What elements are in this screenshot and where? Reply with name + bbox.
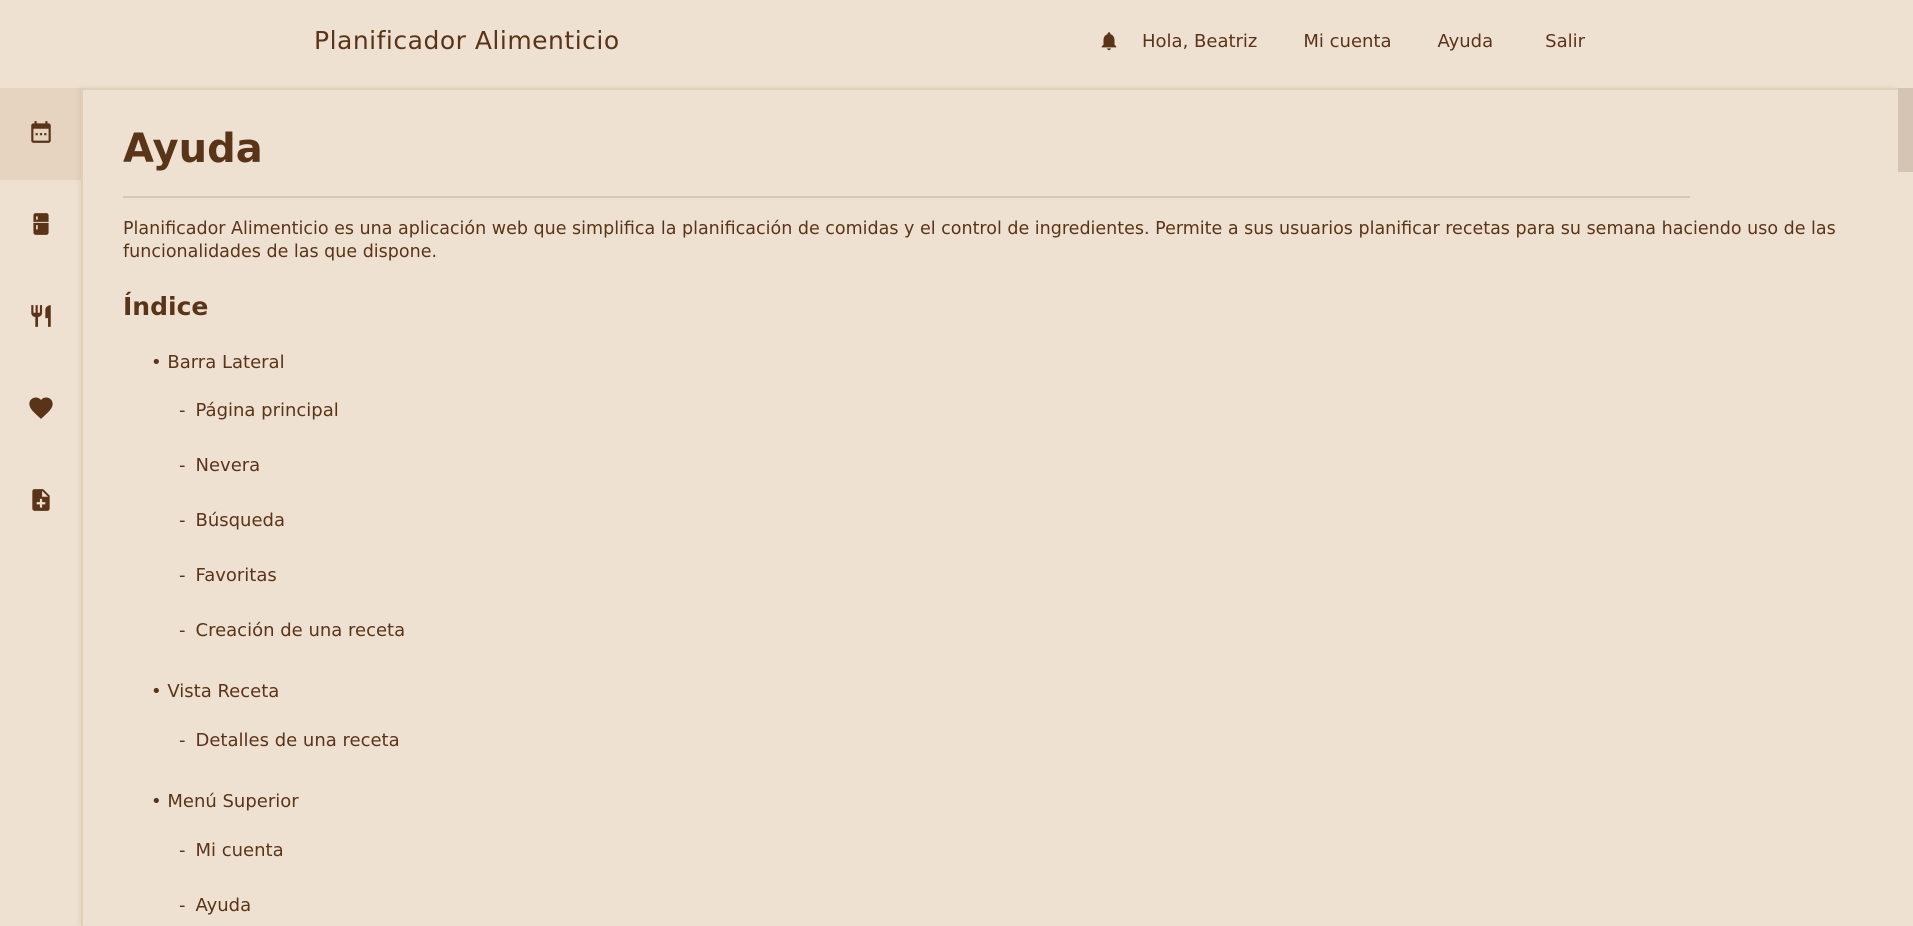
sidebar-item-favorites[interactable] [0,364,81,456]
toc-section-top-menu[interactable]: • Menú Superior [151,791,299,812]
title-divider [123,196,1690,198]
toc-section-recipe-view[interactable]: • Vista Receta [151,681,279,702]
sidebar-item-create-recipe[interactable] [0,456,81,548]
help-link[interactable]: Ayuda [1438,31,1494,52]
toc-item-home[interactable]: - Página principal [179,400,339,421]
bell-icon[interactable] [1095,27,1123,55]
fridge-icon [28,209,54,243]
sidebar [0,88,81,926]
document-add-icon [28,486,54,518]
top-nav: Hola, Beatriz Mi cuenta Ayuda Salir [1095,26,1585,56]
logout-link[interactable]: Salir [1545,31,1585,52]
sidebar-item-home[interactable] [0,88,81,180]
heart-icon [27,394,55,426]
top-bar: Planificador Alimenticio Hola, Beatriz M… [0,0,1913,88]
toc-item-create-recipe[interactable]: - Creación de una receta [179,620,405,641]
toc-item-help[interactable]: - Ayuda [179,895,251,916]
fork-knife-icon [28,302,54,334]
scrollbar[interactable] [1898,88,1913,926]
index-title: Índice [123,292,209,321]
sidebar-item-fridge[interactable] [0,180,81,272]
greeting-text[interactable]: Hola, Beatriz [1142,31,1257,52]
my-account-link[interactable]: Mi cuenta [1303,31,1391,52]
sidebar-item-search[interactable] [0,272,81,364]
page-title: Ayuda [123,126,263,172]
calendar-icon [28,119,54,149]
app-title[interactable]: Planificador Alimenticio [314,26,620,55]
toc-item-search[interactable]: - Búsqueda [179,510,285,531]
toc-item-my-account[interactable]: - Mi cuenta [179,840,284,861]
toc-item-fridge[interactable]: - Nevera [179,455,260,476]
toc-item-recipe-details[interactable]: - Detalles de una receta [179,730,400,751]
toc-section-sidebar[interactable]: • Barra Lateral [151,352,285,373]
main-content: Ayuda Planificador Alimenticio es una ap… [81,88,1898,926]
intro-paragraph: Planificador Alimenticio es una aplicaci… [123,219,1836,262]
toc-item-favorites[interactable]: - Favoritas [179,565,277,586]
scrollbar-thumb[interactable] [1898,88,1913,172]
